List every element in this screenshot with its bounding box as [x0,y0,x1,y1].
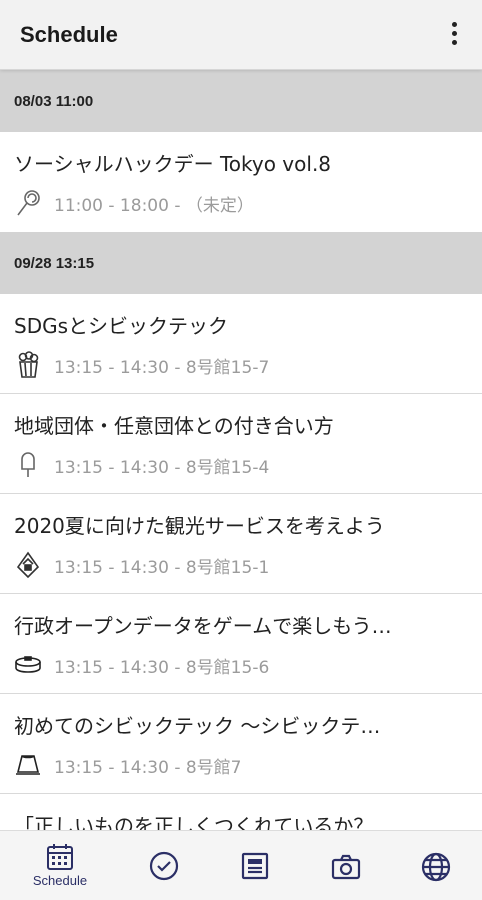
more-vert-icon[interactable] [442,22,466,48]
item-title: ソーシャルハックデー Tokyo vol.8 [14,152,332,176]
item-title: 「正しいものを正しくつくれているか？… [14,814,394,830]
lollipop-icon [14,188,42,218]
news-icon [241,852,269,880]
nav-label: Schedule [32,873,88,888]
list-item[interactable]: 初めてのシビックテック 〜シビックテ… 13:15 - 14:30 - 8号館7 [0,694,482,794]
nav-tab-check[interactable] [116,831,212,900]
list-item[interactable]: 2020夏に向けた観光サービスを考えよう 13:15 - 14:30 - 8号館… [0,494,482,594]
page-title: Schedule [20,22,118,47]
globe-icon [421,852,451,882]
check-circle-icon [149,851,179,881]
bottom-navigation: Schedule [0,830,482,900]
item-title: SDGsとシビックテック [14,314,229,338]
list-item[interactable]: 地域団体・任意団体との付き合い方 13:15 - 14:30 - 8号館15-4 [0,394,482,494]
camera-icon [331,854,361,880]
section-header-time: 09/28 13:15 [14,254,95,272]
schedule-list[interactable]: 08/03 11:00 ソーシャルハックデー Tokyo vol.8 11:00… [0,70,482,830]
list-item[interactable]: 「正しいものを正しくつくれているか？… [0,794,482,830]
section-header-time: 08/03 11:00 [14,92,94,110]
item-meta: 13:15 - 14:30 - 8号館15-6 [54,657,270,678]
pancake-icon [14,650,42,680]
section-header: 09/28 13:15 [0,232,482,294]
nav-tab-news[interactable] [207,831,303,900]
list-item[interactable]: 行政オープンデータをゲームで楽しもう… 13:15 - 14:30 - 8号館1… [0,594,482,694]
list-item[interactable]: SDGsとシビックテック 13:15 - 14:30 - 8号館15-7 [0,294,482,394]
item-title: 初めてのシビックテック 〜シビックテ… [14,714,381,738]
section-header: 08/03 11:00 [0,70,482,132]
item-meta: 13:15 - 14:30 - 8号館7 [54,757,242,778]
nav-tab-globe[interactable] [388,831,482,900]
item-meta: 13:15 - 14:30 - 8号館15-7 [54,357,270,378]
pudding-icon [14,750,42,780]
item-meta: 13:15 - 14:30 - 8号館15-4 [54,457,270,478]
item-title: 行政オープンデータをゲームで楽しもう… [14,614,392,638]
calendar-icon [47,844,73,870]
ice-pop-icon [14,450,42,480]
onigiri-icon [14,550,42,580]
nav-tab-camera[interactable] [298,831,394,900]
list-item[interactable]: ソーシャルハックデー Tokyo vol.8 11:00 - 18:00 - （… [0,132,482,232]
item-title: 2020夏に向けた観光サービスを考えよう [14,514,385,538]
item-meta: 11:00 - 18:00 - （未定） [54,195,254,216]
nav-tab-schedule[interactable]: Schedule [12,831,108,900]
item-title: 地域団体・任意団体との付き合い方 [14,414,334,438]
popcorn-icon [14,350,42,380]
item-meta: 13:15 - 14:30 - 8号館15-1 [54,557,270,578]
app-bar: Schedule [0,0,482,70]
